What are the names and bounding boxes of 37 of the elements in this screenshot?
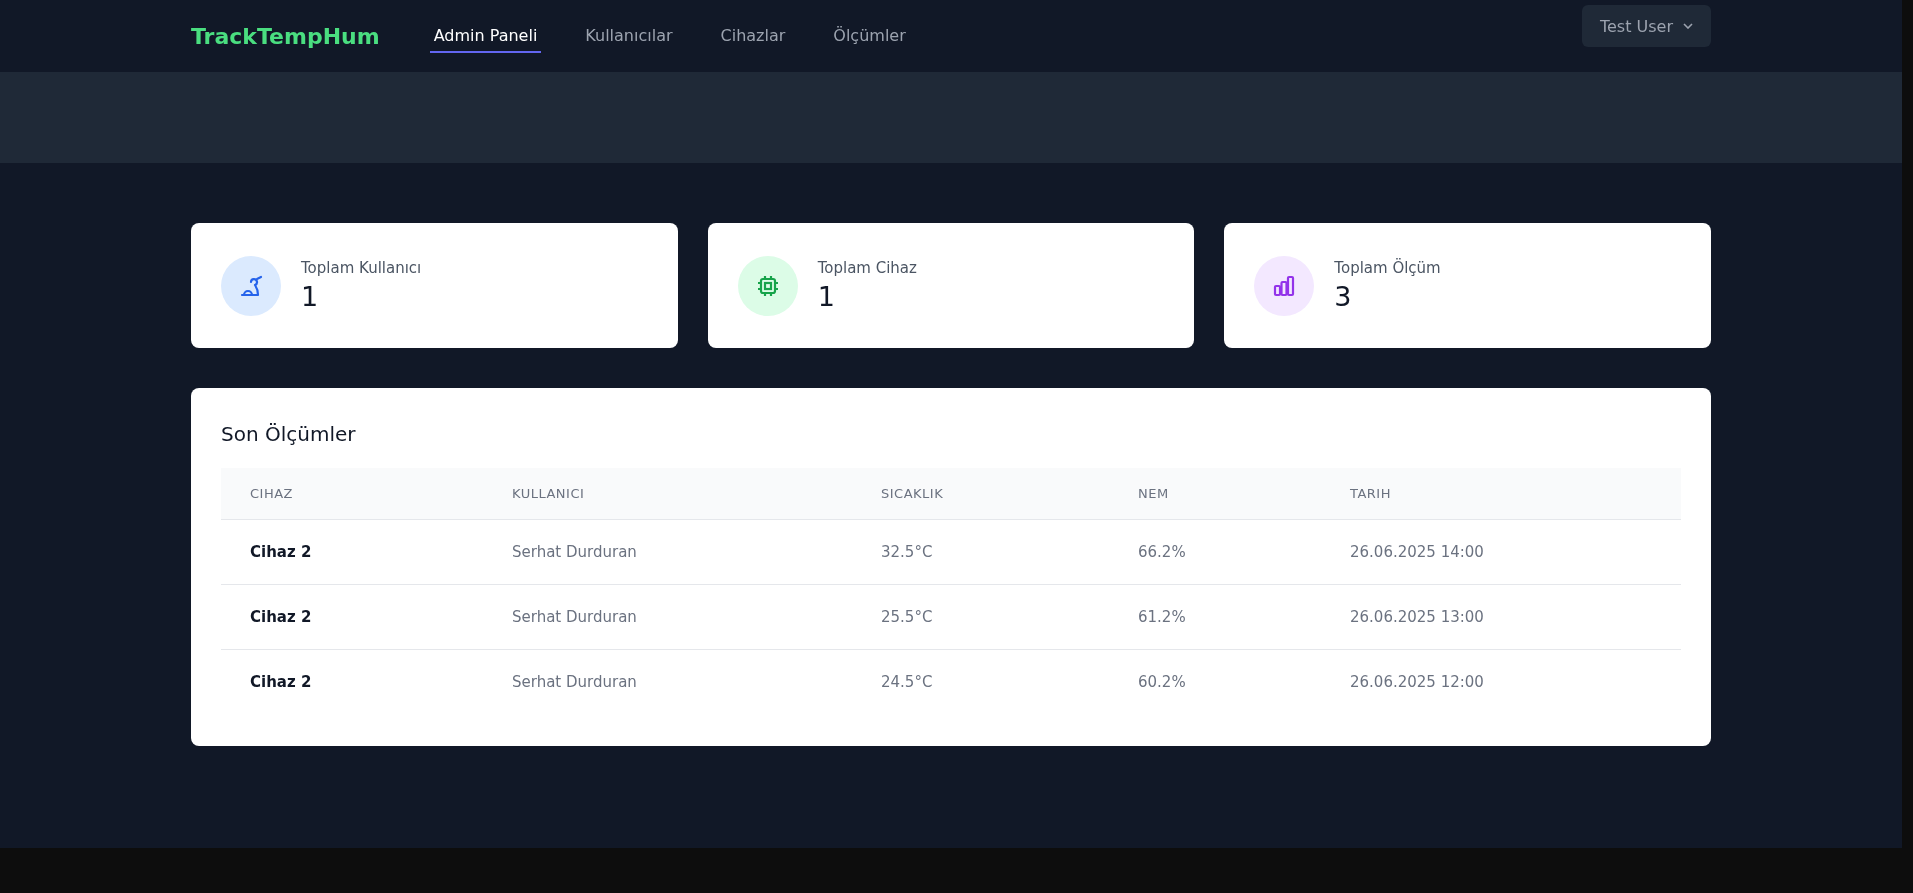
table-cell: 61.2% (1109, 584, 1321, 649)
table-cell: 25.5°C (852, 584, 1109, 649)
table-cell: Serhat Durduran (483, 584, 852, 649)
table-cell: 26.06.2025 12:00 (1321, 649, 1681, 714)
user-menu-button[interactable]: Test User (1581, 5, 1711, 47)
nav-tab[interactable]: Ölçümler (829, 19, 910, 53)
column-header: TARIH (1321, 468, 1681, 519)
column-header: CIHAZ (221, 468, 483, 519)
table-cell: 32.5°C (852, 519, 1109, 584)
column-header: KULLANICI (483, 468, 852, 519)
stat-value: 1 (301, 281, 320, 312)
table-cell: 26.06.2025 14:00 (1321, 519, 1681, 584)
nav-tab[interactable]: Admin Paneli (429, 19, 542, 53)
nav-tab[interactable]: Kullanıcılar (581, 19, 677, 53)
bar-chart-icon (1272, 273, 1297, 298)
section-title: Son Ölçümler (221, 422, 357, 446)
table-cell: 66.2% (1109, 519, 1321, 584)
brand-logo[interactable]: TrackTempHum (191, 23, 380, 49)
table-cell: Serhat Durduran (483, 649, 852, 714)
stat-value: 3 (1334, 281, 1353, 312)
column-header: NEM (1109, 468, 1321, 519)
table-cell: 26.06.2025 13:00 (1321, 584, 1681, 649)
table-cell: 60.2% (1109, 649, 1321, 714)
table-cell: Serhat Durduran (483, 519, 852, 584)
user-icon (239, 273, 263, 298)
stat-label: Toplam Ölçüm (1334, 259, 1441, 277)
table-cell: Cihaz 2 (221, 649, 483, 714)
table-cell: 24.5°C (852, 649, 1109, 714)
chip-icon (755, 273, 780, 298)
nav-tab[interactable]: Cihazlar (716, 19, 790, 53)
stat-label: Toplam Cihaz (817, 259, 917, 277)
stat-label: Toplam Kullanıcı (301, 259, 422, 277)
table-cell: Cihaz 2 (221, 519, 483, 584)
column-header: SICAKLIK (852, 468, 1109, 519)
stat-value: 1 (817, 281, 836, 312)
table-cell: Cihaz 2 (221, 584, 483, 649)
chevron-down-icon (1683, 23, 1693, 29)
